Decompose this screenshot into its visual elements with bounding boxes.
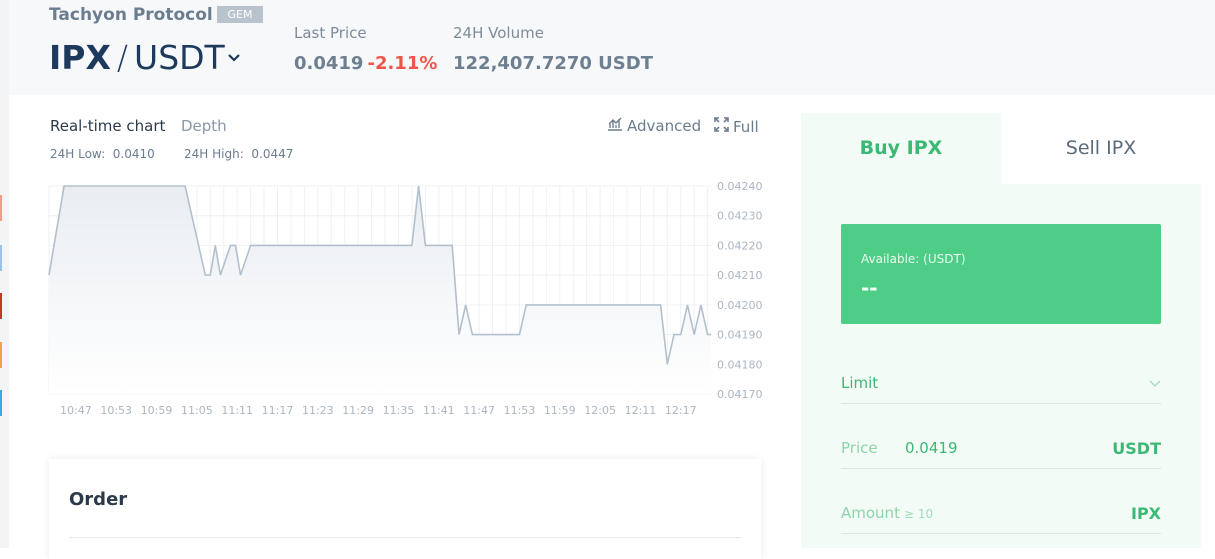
last-price-value: 0.0419: [294, 53, 364, 74]
low-label: 24H Low:: [50, 147, 106, 161]
available-balance-card: Available: (USDT) --: [841, 224, 1161, 324]
volume-block: 24H Volume 122,407.7270 USDT: [453, 24, 653, 74]
volume-label: 24H Volume: [453, 24, 544, 42]
available-value: --: [861, 276, 878, 300]
full-label: Full: [733, 117, 759, 136]
strip-marker: [0, 390, 2, 416]
x-tick-label: 11:23: [302, 404, 334, 417]
low-value: 0.0410: [112, 147, 155, 161]
strip-marker: [0, 342, 2, 368]
price-chart[interactable]: 0.04240 0.04230 0.04220 0.04210 0.04200 0.041…: [9, 180, 801, 420]
tab-realtime-chart[interactable]: Real-time chart: [50, 117, 165, 135]
price-input[interactable]: 0.0419: [905, 439, 958, 457]
tab-depth[interactable]: Depth: [181, 117, 227, 135]
x-tick-label: 11:35: [383, 404, 415, 417]
last-price-value-row: 0.0419 -2.11%: [294, 53, 437, 74]
x-tick-label: 11:11: [221, 404, 253, 417]
amount-unit: IPX: [1130, 504, 1161, 523]
x-tick-label: 12:11: [625, 404, 657, 417]
divider: [69, 537, 741, 538]
y-tick-label: 0.04200: [717, 299, 763, 312]
pair-separator: /: [116, 38, 129, 77]
trade-panel: Buy IPX Sell IPX Available: (USDT) -- Li…: [801, 113, 1201, 548]
high-label: 24H High:: [184, 147, 244, 161]
strip-marker: [0, 293, 2, 319]
advanced-button[interactable]: Advanced: [607, 117, 701, 135]
x-tick-label: 11:17: [262, 404, 294, 417]
y-tick-label: 0.04220: [717, 239, 763, 252]
x-tick-label: 12:17: [665, 404, 697, 417]
pair-quote: USDT: [134, 38, 225, 77]
chart-advanced-icon: [607, 117, 623, 135]
price-unit: USDT: [1112, 439, 1161, 458]
y-tick-label: 0.04210: [717, 269, 763, 282]
y-tick-label: 0.04240: [717, 180, 763, 193]
fullscreen-icon: [714, 117, 729, 136]
price-change: -2.11%: [367, 53, 438, 74]
last-price-block: Last Price 0.0419 -2.11%: [294, 24, 437, 74]
x-tick-label: 12:05: [584, 404, 616, 417]
amount-label: Amount: [841, 504, 900, 522]
order-title: Order: [69, 489, 128, 510]
chevron-down-icon[interactable]: [227, 32, 241, 72]
x-tick-label: 11:53: [504, 404, 536, 417]
last-price-label: Last Price: [294, 24, 367, 42]
chart-panel: Real-time chart Depth Advanced Full 24H …: [9, 95, 801, 559]
strip-marker: [0, 245, 2, 271]
price-area-fill: [49, 186, 711, 394]
price-label: Price: [841, 439, 878, 457]
strip-marker: [0, 195, 2, 221]
y-tick-label: 0.04190: [717, 329, 763, 342]
gem-badge: GEM: [217, 6, 263, 23]
advanced-label: Advanced: [627, 117, 702, 135]
chevron-down-icon: [1149, 374, 1161, 393]
y-tick-label: 0.04180: [717, 358, 763, 371]
pair-selector[interactable]: IPX / USDT: [49, 38, 241, 78]
x-tick-label: 11:05: [181, 404, 213, 417]
order-type-select[interactable]: Limit: [841, 362, 1161, 404]
order-type-value: Limit: [841, 374, 879, 392]
fullscreen-button[interactable]: Full: [714, 117, 759, 136]
amount-field[interactable]: Amount ≥ 10 IPX: [841, 492, 1161, 534]
left-edge-strip: [0, 0, 9, 548]
y-tick-label: 0.04170: [717, 388, 763, 401]
low-stat: 24H Low: 0.0410: [50, 147, 155, 161]
tab-sell[interactable]: Sell IPX: [1001, 113, 1201, 184]
x-tick-label: 11:59: [544, 404, 576, 417]
price-field[interactable]: Price 0.0419 USDT: [841, 427, 1161, 469]
volume-value: 122,407.7270 USDT: [453, 53, 653, 74]
high-stat: 24H High: 0.0447: [184, 147, 293, 161]
x-tick-label: 10:53: [100, 404, 132, 417]
available-label: Available: (USDT): [861, 252, 966, 266]
x-tick-label: 10:59: [141, 404, 173, 417]
x-tick-label: 11:47: [463, 404, 495, 417]
project-name: Tachyon Protocol: [49, 5, 213, 25]
order-card: Order: [49, 459, 761, 559]
pair-base: IPX: [49, 38, 111, 77]
high-value: 0.0447: [251, 147, 294, 161]
x-tick-label: 10:47: [60, 404, 92, 417]
x-tick-label: 11:41: [423, 404, 455, 417]
amount-input[interactable]: ≥ 10: [904, 507, 933, 521]
market-header: Tachyon Protocol GEM IPX / USDT Last Price…: [9, 0, 1215, 95]
y-tick-label: 0.04230: [717, 210, 763, 223]
x-tick-label: 11:29: [342, 404, 374, 417]
tab-buy[interactable]: Buy IPX: [801, 113, 1001, 184]
